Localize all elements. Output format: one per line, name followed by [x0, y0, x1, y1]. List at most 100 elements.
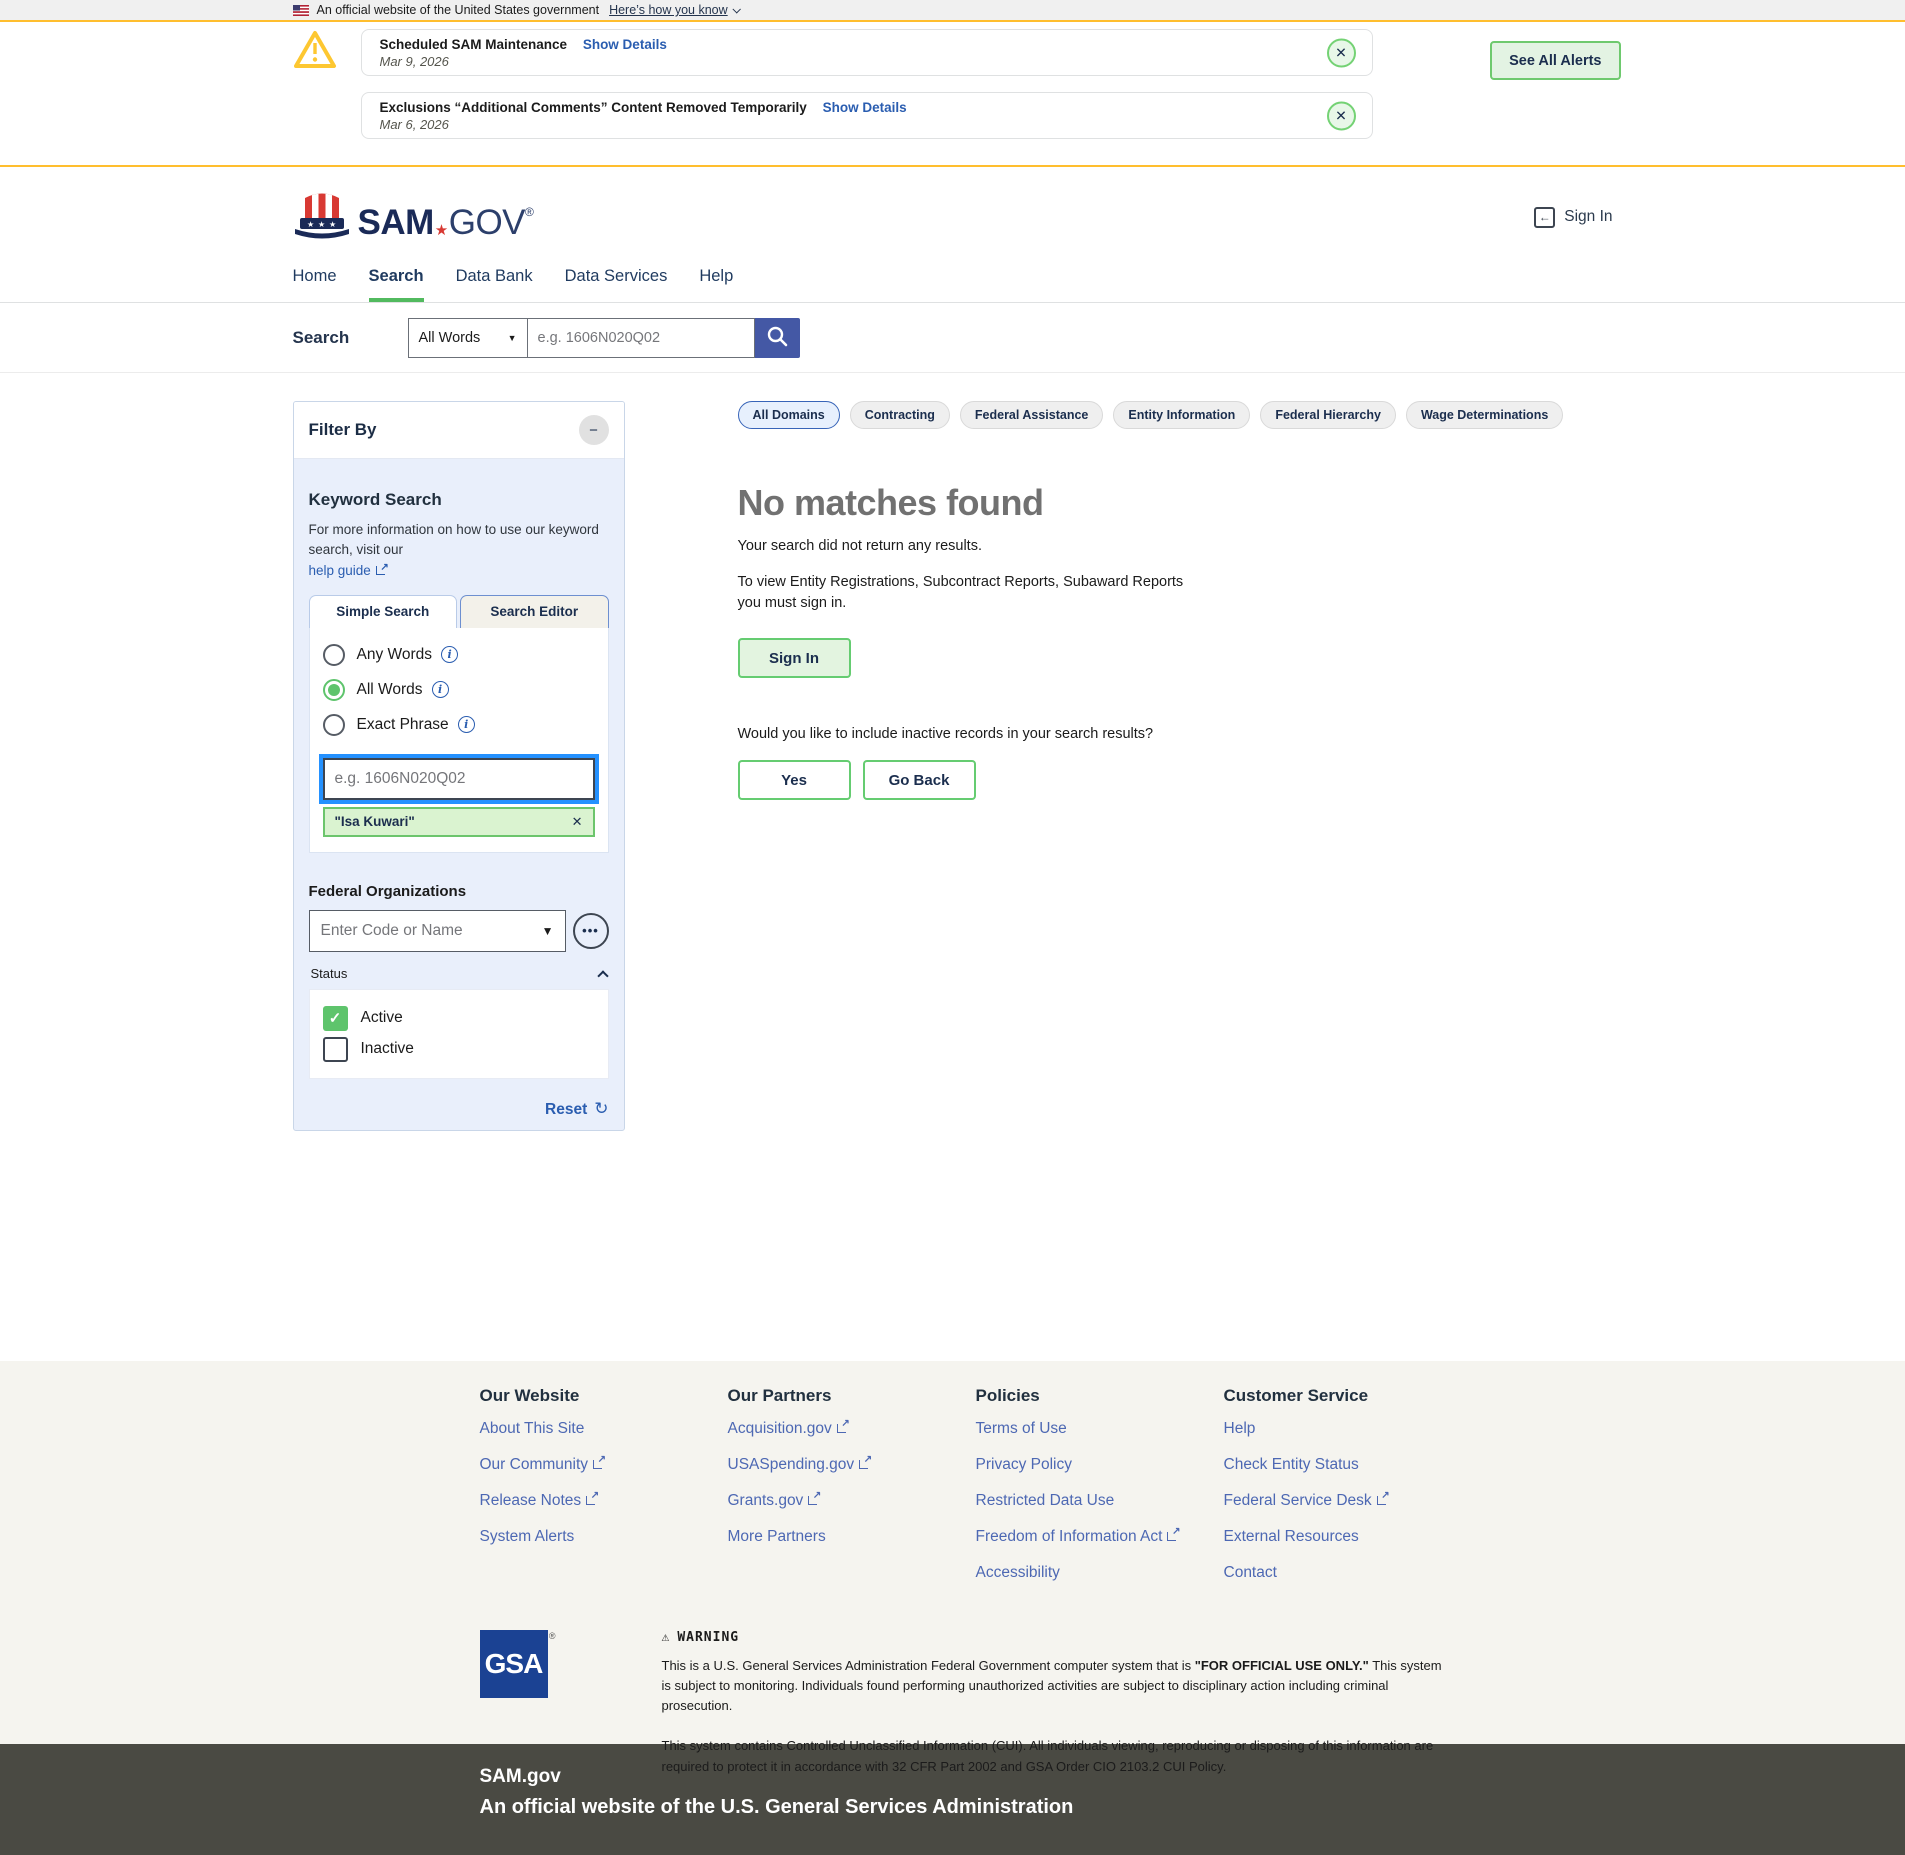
nav-item-home[interactable]: Home: [293, 267, 337, 302]
alert-date: Mar 9, 2026: [380, 54, 1312, 69]
identity-official-text: An official website of the U.S. General …: [480, 1796, 1613, 1819]
footer-link-check-entity-status[interactable]: Check Entity Status: [1224, 1456, 1359, 1473]
reset-icon: ↻: [594, 1099, 608, 1118]
sam-gov-logo[interactable]: ★ ★ ★ SAM★GOV®: [293, 189, 534, 246]
simple-search-box: Any Words i All Words i Exact Phrase i: [309, 628, 609, 853]
search-icon: [766, 325, 788, 350]
external-link-icon: [837, 1422, 849, 1433]
more-options-button[interactable]: •••: [573, 913, 609, 949]
logo-text: SAM★GOV®: [358, 205, 534, 246]
see-all-alerts-button[interactable]: See All Alerts: [1490, 41, 1620, 80]
chip-remove-icon[interactable]: ✕: [572, 814, 583, 830]
nav-item-data-bank[interactable]: Data Bank: [456, 267, 533, 302]
footer-link-acquisition-gov[interactable]: Acquisition.gov: [728, 1420, 849, 1437]
footer-link-our-community[interactable]: Our Community: [480, 1456, 606, 1473]
federal-org-combobox[interactable]: Enter Code or Name ▼: [309, 910, 566, 952]
footer-link-system-alerts[interactable]: System Alerts: [480, 1528, 575, 1545]
alert-close-button[interactable]: ✕: [1327, 101, 1356, 130]
tab-simple-search[interactable]: Simple Search: [309, 595, 458, 628]
registered-mark: ®: [525, 205, 533, 219]
checkbox-row-inactive: Inactive: [323, 1037, 595, 1062]
domain-filter-pills: All Domains Contracting Federal Assistan…: [738, 401, 1612, 429]
go-back-button[interactable]: Go Back: [863, 760, 976, 800]
show-details-link[interactable]: Show Details: [823, 100, 907, 115]
search-input[interactable]: [528, 318, 755, 358]
footer-link-restricted-data-use[interactable]: Restricted Data Use: [976, 1492, 1115, 1509]
site-header: ★ ★ ★ SAM★GOV® ← Sign In: [0, 167, 1905, 267]
footer-link-foia[interactable]: Freedom of Information Act: [976, 1528, 1180, 1545]
footer-link-contact[interactable]: Contact: [1224, 1564, 1277, 1581]
keyword-input[interactable]: [323, 758, 595, 800]
footer-column-our-partners: Our Partners Acquisition.gov USASpending…: [728, 1386, 976, 1600]
pill-wage-determinations[interactable]: Wage Determinations: [1406, 401, 1563, 429]
main-nav: Home Search Data Bank Data Services Help: [0, 267, 1905, 303]
nav-item-help[interactable]: Help: [699, 267, 733, 302]
alert-row: Scheduled SAM Maintenance Show Details M…: [293, 29, 1613, 76]
alert-row: Exclusions “Additional Comments” Content…: [293, 92, 1613, 139]
header-sign-in-link[interactable]: ← Sign In: [1534, 207, 1612, 228]
info-icon[interactable]: i: [432, 681, 449, 698]
footer-link-terms-of-use[interactable]: Terms of Use: [976, 1420, 1067, 1437]
footer-link-usaspending-gov[interactable]: USASpending.gov: [728, 1456, 872, 1473]
external-link-icon: [593, 1458, 605, 1469]
info-icon[interactable]: i: [458, 716, 475, 733]
external-link-icon: [808, 1494, 820, 1505]
inactive-checkbox[interactable]: [323, 1037, 348, 1062]
footer-link-privacy-policy[interactable]: Privacy Policy: [976, 1456, 1072, 1473]
pill-all-domains[interactable]: All Domains: [738, 401, 840, 429]
footer-link-grants-gov[interactable]: Grants.gov: [728, 1492, 821, 1509]
site-footer: Our Website About This Site Our Communit…: [0, 1361, 1905, 1744]
warning-triangle-icon: [293, 29, 337, 76]
alert-close-button[interactable]: ✕: [1327, 38, 1356, 67]
svg-text:★: ★: [329, 220, 336, 229]
warning-sign-icon: ⚠: [662, 1630, 671, 1645]
info-icon[interactable]: i: [441, 646, 458, 663]
footer-link-federal-service-desk[interactable]: Federal Service Desk: [1224, 1492, 1389, 1509]
exact-phrase-radio[interactable]: [323, 714, 345, 736]
active-checkbox[interactable]: ✓: [323, 1006, 348, 1031]
show-details-link[interactable]: Show Details: [583, 37, 667, 52]
footer-column-customer-service: Customer Service Help Check Entity Statu…: [1224, 1386, 1472, 1600]
radio-row-all-words: All Words i: [323, 679, 595, 701]
keyword-search-heading: Keyword Search: [309, 490, 609, 510]
close-icon: ✕: [1335, 44, 1347, 61]
pill-federal-hierarchy[interactable]: Federal Hierarchy: [1260, 401, 1396, 429]
search-strip: Search All Words ▼: [0, 303, 1905, 373]
tab-search-editor[interactable]: Search Editor: [460, 595, 609, 628]
footer-link-help[interactable]: Help: [1224, 1420, 1256, 1437]
sign-in-button[interactable]: Sign In: [738, 638, 851, 678]
yes-button[interactable]: Yes: [738, 760, 851, 800]
warning-block: ⚠ WARNING This is a U.S. General Service…: [662, 1630, 1452, 1777]
footer-link-accessibility[interactable]: Accessibility: [976, 1564, 1060, 1581]
heres-how-you-know-link[interactable]: Here’s how you know: [609, 3, 739, 17]
search-submit-button[interactable]: [755, 318, 800, 358]
external-link-icon: [376, 564, 388, 575]
reset-filters-link[interactable]: Reset↻: [545, 1101, 608, 1118]
all-words-radio[interactable]: [323, 679, 345, 701]
checkbox-row-active: ✓ Active: [323, 1006, 595, 1031]
caret-down-icon: ▼: [508, 333, 517, 343]
footer-link-external-resources[interactable]: External Resources: [1224, 1528, 1359, 1545]
check-icon: ✓: [329, 1009, 342, 1027]
pill-contracting[interactable]: Contracting: [850, 401, 950, 429]
nav-item-search[interactable]: Search: [369, 267, 424, 302]
no-matches-heading: No matches found: [738, 482, 1612, 524]
collapse-filters-button[interactable]: −: [579, 415, 609, 445]
footer-link-about-this-site[interactable]: About This Site: [480, 1420, 585, 1437]
footer-link-release-notes[interactable]: Release Notes: [480, 1492, 599, 1509]
help-guide-link[interactable]: help guide: [309, 563, 388, 578]
search-mode-select[interactable]: All Words ▼: [408, 318, 528, 358]
sign-in-icon: ←: [1534, 207, 1555, 228]
footer-column-our-website: Our Website About This Site Our Communit…: [480, 1386, 728, 1600]
pill-federal-assistance[interactable]: Federal Assistance: [960, 401, 1103, 429]
status-header-row[interactable]: Status: [309, 966, 609, 981]
warning-title: WARNING: [677, 1630, 739, 1645]
gsa-logo[interactable]: GSA ®: [480, 1630, 548, 1698]
alert-card: Scheduled SAM Maintenance Show Details M…: [361, 29, 1373, 76]
external-link-icon: [586, 1494, 598, 1505]
pill-entity-information[interactable]: Entity Information: [1113, 401, 1250, 429]
footer-link-more-partners[interactable]: More Partners: [728, 1528, 826, 1545]
any-words-radio[interactable]: [323, 644, 345, 666]
nav-item-data-services[interactable]: Data Services: [565, 267, 668, 302]
svg-text:★: ★: [307, 220, 314, 229]
